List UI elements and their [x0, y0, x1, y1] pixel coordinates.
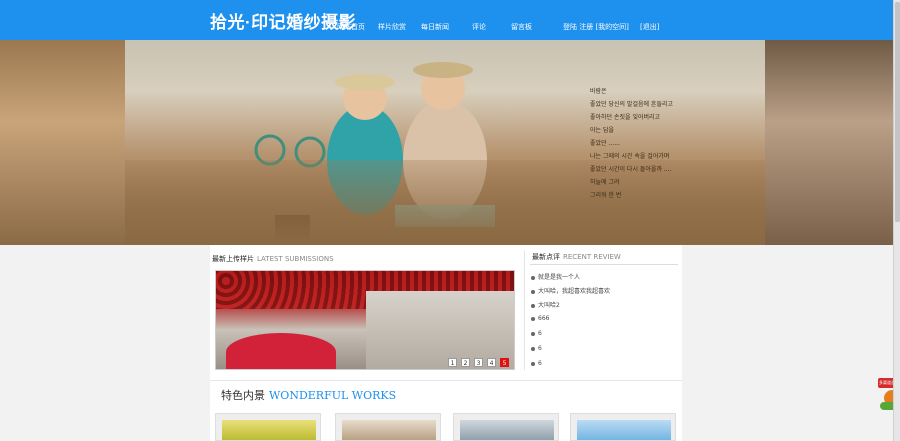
review-item[interactable]: 6: [531, 360, 542, 370]
scrollbar-thumb[interactable]: [895, 2, 900, 222]
poem-line: 하늘에 그려: [590, 179, 620, 186]
latest-section-title: 最新上传样片 LATEST SUBMISSIONS: [212, 254, 334, 264]
bullet-icon: [531, 346, 535, 351]
review-title-en: RECENT REVIEW: [563, 253, 621, 261]
thumbnail-image: [460, 420, 554, 440]
review-item[interactable]: 就是是我一个人: [531, 272, 580, 282]
nav-item-news[interactable]: 每日新闻: [421, 22, 449, 32]
thumbnail-image: [342, 420, 436, 440]
work-thumbnail[interactable]: [453, 413, 559, 441]
latest-title-en: LATEST SUBMISSIONS: [257, 255, 334, 263]
poem-line: 바람은: [590, 88, 607, 95]
review-title-underline: [530, 264, 678, 265]
work-thumbnail[interactable]: [570, 413, 676, 441]
bullet-icon: [531, 275, 535, 280]
column-divider: [524, 250, 525, 370]
vertical-scrollbar[interactable]: [893, 0, 900, 441]
banner-poem: 바람은 좋았던 당신의 발걸음에 흔들리고 좋아하던 손짓을 잊어버리고 아는 …: [590, 85, 730, 202]
review-title-cn: 最新点评: [532, 253, 560, 261]
logout-link[interactable]: [退出]: [640, 22, 659, 32]
review-item[interactable]: 6: [531, 345, 542, 355]
review-item[interactable]: 大叫哈2: [531, 300, 560, 310]
works-title-cn: 特色内景: [221, 389, 265, 402]
bullet-icon: [531, 289, 535, 294]
nav-item-home[interactable]: 网站首页: [337, 22, 365, 32]
review-section-title: 最新点评 RECENT REVIEW: [532, 252, 621, 262]
poem-line: 좋아하던 손짓을 잊어버리고: [590, 114, 661, 121]
bullet-icon: [531, 303, 535, 308]
slider-dress: [226, 333, 336, 369]
poem-line: 좋았던 시간이 다시 돌아올까 ....: [590, 166, 672, 173]
works-title-en: WONDERFUL WORKS: [269, 389, 397, 402]
banner-right-fill: [765, 40, 893, 245]
pager-dot-4[interactable]: 4: [487, 358, 496, 367]
nav-item-reviews[interactable]: 评论: [472, 22, 486, 32]
site-logo[interactable]: 拾光·印记婚纱摄影: [210, 8, 356, 33]
banner-left-fill: [0, 40, 125, 245]
works-section-title: 特色内景 WONDERFUL WORKS: [221, 387, 396, 403]
bullet-icon: [531, 331, 535, 336]
thumbnail-image: [222, 420, 316, 440]
review-item[interactable]: 大叫哈，我超喜欢我超喜欢: [531, 286, 610, 296]
poem-line: 나는 그때의 시간 속을 걸어가며: [590, 153, 670, 160]
review-item[interactable]: 6: [531, 330, 542, 340]
pager-dot-3[interactable]: 3: [474, 358, 483, 367]
poem-line: 좋았던 ......: [590, 140, 620, 147]
nav-item-guestbook[interactable]: 留言板: [511, 22, 532, 32]
latest-title-cn: 最新上传样片: [212, 255, 254, 263]
top-nav-bar: [0, 0, 893, 40]
poem-line: 아는 답을: [590, 127, 614, 134]
thumbnail-image: [577, 420, 671, 440]
pager-dot-2[interactable]: 2: [461, 358, 470, 367]
bullet-icon: [531, 316, 535, 321]
poem-line: 좋았던 당신의 발걸음에 흔들리고: [590, 101, 674, 108]
hero-banner: 바람은 좋았던 당신의 발걸음에 흔들리고 좋아하던 손짓을 잊어버리고 아는 …: [0, 40, 893, 245]
latest-photo-slider[interactable]: [215, 270, 515, 370]
poem-line: 그리워 한 번: [590, 192, 622, 199]
review-item[interactable]: 666: [531, 315, 549, 325]
nav-item-samples[interactable]: 样片欣赏: [378, 22, 406, 32]
login-register-links[interactable]: 登陆 注册 [我的空间]: [563, 22, 629, 32]
work-thumbnail[interactable]: [215, 413, 321, 441]
pager-dot-5[interactable]: 5: [500, 358, 509, 367]
bullet-icon: [531, 361, 535, 366]
pager-dot-1[interactable]: 1: [448, 358, 457, 367]
work-thumbnail[interactable]: [335, 413, 441, 441]
